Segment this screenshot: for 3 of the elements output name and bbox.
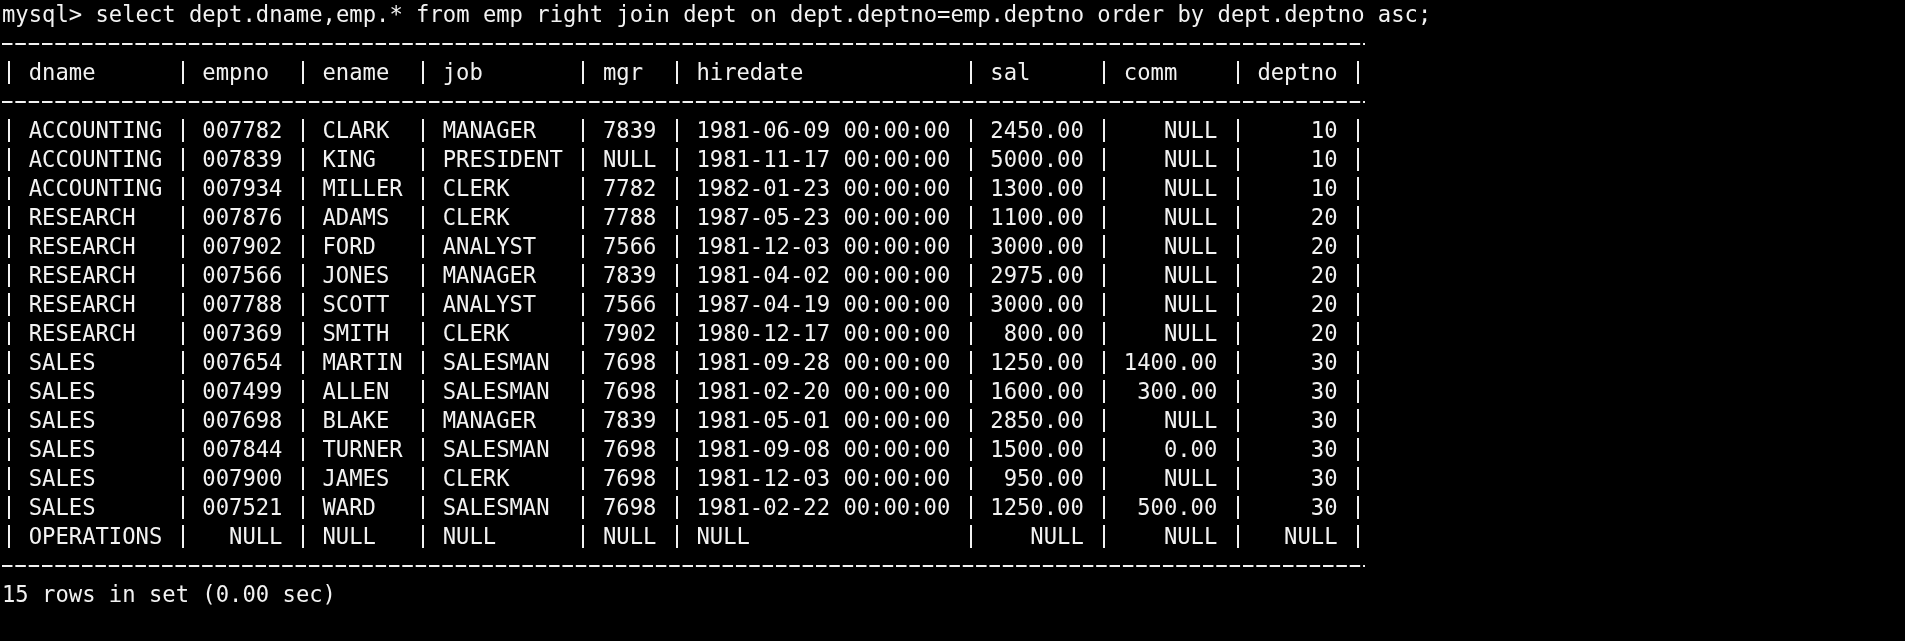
command-text: select dept.dname,emp.* from emp right join dept on dept.deptno=emp.deptno order by dept.deptno asc; [95, 0, 1432, 29]
prompt-text: mysql> [2, 0, 83, 29]
result-summary: 15 rows in set (0.00 sec) [2, 580, 336, 609]
